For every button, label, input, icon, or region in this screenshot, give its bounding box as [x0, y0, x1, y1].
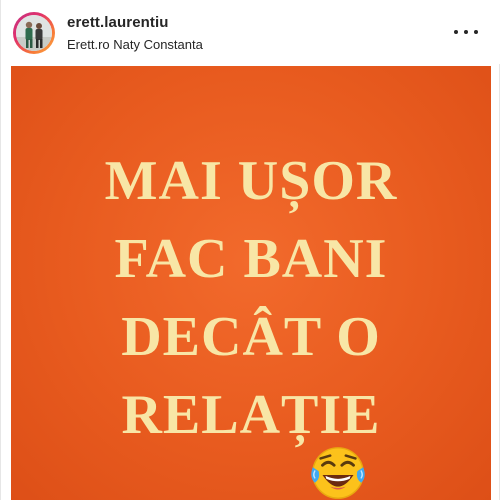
- post-header: erett.laurentiu Erett.ro Naty Constanta: [1, 0, 500, 64]
- instagram-post: erett.laurentiu Erett.ro Naty Constanta …: [0, 0, 500, 500]
- headline-line-4: RELAȚIE: [121, 384, 381, 446]
- avatar-photo-icon: [16, 15, 52, 51]
- headline-line-3: DECÂT O: [121, 306, 381, 368]
- location-link[interactable]: Erett.ro Naty Constanta: [67, 37, 203, 52]
- more-horizontal-icon: [454, 30, 458, 34]
- post-image[interactable]: MAI UȘOR FAC BANI DECÂT O RELAȚIE: [11, 66, 491, 500]
- more-options-button[interactable]: [453, 22, 479, 42]
- story-ring[interactable]: [13, 12, 55, 54]
- headline-text: MAI UȘOR FAC BANI DECÂT O RELAȚIE: [11, 142, 491, 454]
- more-dot: [464, 30, 468, 34]
- more-dot: [474, 30, 478, 34]
- avatar[interactable]: [16, 15, 52, 51]
- face-with-tears-of-joy-icon: [311, 447, 365, 499]
- headline-line-2: FAC BANI: [114, 228, 388, 290]
- username-link[interactable]: erett.laurentiu: [67, 14, 169, 31]
- headline-line-1: MAI UȘOR: [104, 150, 398, 212]
